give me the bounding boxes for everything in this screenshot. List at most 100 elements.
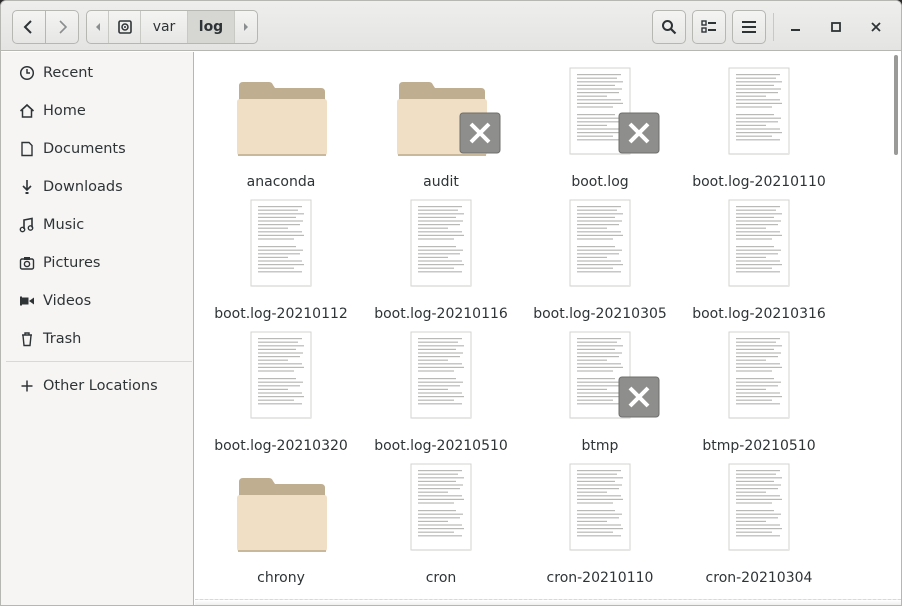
grid-bottom-edge (195, 599, 901, 605)
file-item[interactable]: boot.log-20210110 (679, 66, 839, 198)
text-file-icon (361, 330, 521, 436)
close-button[interactable] (862, 13, 890, 41)
file-name-label: boot.log-20210510 (374, 438, 508, 454)
unreadable-emblem-icon (459, 112, 501, 154)
sidebar-item-trash[interactable]: Trash (1, 320, 193, 358)
maximize-icon (831, 22, 841, 32)
home-icon (19, 103, 35, 119)
sidebar-item-label: Home (43, 103, 86, 119)
file-name-label: boot.log-20210112 (214, 306, 348, 322)
file-item[interactable]: cron (361, 462, 521, 594)
text-file-icon (361, 198, 521, 304)
trash-icon (19, 331, 35, 347)
file-name-label: boot.log-20210110 (692, 174, 826, 190)
file-item[interactable]: btmp (520, 330, 680, 462)
sidebar-item-other-locations[interactable]: Other Locations (1, 367, 193, 405)
text-file-icon (201, 330, 361, 436)
maximize-button[interactable] (822, 13, 850, 41)
file-name-label: boot.log-20210316 (692, 306, 826, 322)
view-mode-button[interactable] (692, 10, 726, 44)
document-icon (19, 141, 35, 157)
file-item[interactable]: cron-20210110 (520, 462, 680, 594)
file-name-label: boot.log-20210116 (374, 306, 508, 322)
text-file-icon (520, 462, 680, 568)
sidebar: Recent Home Documents Downloads Music Pi… (1, 52, 194, 605)
path-segment-log[interactable]: log (188, 11, 235, 43)
sidebar-item-music[interactable]: Music (1, 206, 193, 244)
camera-icon (19, 255, 35, 271)
text-file-icon (520, 198, 680, 304)
triangle-right-icon (244, 23, 248, 31)
search-button[interactable] (652, 10, 686, 44)
file-name-label: chrony (257, 570, 305, 586)
header-bar: var log (1, 1, 901, 51)
file-name-label: anaconda (246, 174, 316, 190)
sidebar-separator (6, 361, 192, 362)
file-item[interactable]: btmp-20210510 (679, 330, 839, 462)
file-item[interactable]: boot.log-20210116 (361, 198, 521, 330)
sidebar-item-pictures[interactable]: Pictures (1, 244, 193, 282)
menu-button[interactable] (732, 10, 766, 44)
text-file-icon (679, 66, 839, 172)
sidebar-item-recent[interactable]: Recent (1, 54, 193, 92)
file-item[interactable]: boot.log-20210112 (201, 198, 361, 330)
sidebar-item-label: Music (43, 217, 85, 233)
file-name-label: btmp (581, 438, 619, 454)
sidebar-item-label: Other Locations (43, 378, 158, 394)
minimize-icon (791, 29, 800, 31)
sidebar-item-videos[interactable]: Videos (1, 282, 193, 320)
text-file-icon (679, 330, 839, 436)
plus-icon (19, 378, 35, 394)
sidebar-item-label: Recent (43, 65, 94, 81)
file-name-label: cron-20210304 (705, 570, 813, 586)
file-item[interactable]: boot.log-20210316 (679, 198, 839, 330)
sidebar-item-downloads[interactable]: Downloads (1, 168, 193, 206)
file-name-label: boot.log (571, 174, 629, 190)
path-scroll-right-button[interactable] (235, 11, 257, 43)
text-file-icon (361, 462, 521, 568)
back-button[interactable] (12, 10, 46, 44)
path-scroll-left-button[interactable] (87, 11, 109, 43)
file-name-label: boot.log-20210320 (214, 438, 348, 454)
search-icon (662, 20, 677, 35)
file-item[interactable]: cron-20210304 (679, 462, 839, 594)
music-icon (19, 217, 35, 233)
path-bar: var log (86, 10, 258, 44)
file-item[interactable]: boot.log (520, 66, 680, 198)
file-name-label: cron-20210110 (546, 570, 654, 586)
file-name-label: boot.log-20210305 (533, 306, 667, 322)
header-separator (773, 13, 774, 41)
text-file-icon (679, 198, 839, 304)
sidebar-item-label: Pictures (43, 255, 101, 271)
folder-item[interactable]: anaconda (201, 66, 361, 198)
close-icon (871, 22, 881, 32)
chevron-right-icon (59, 20, 68, 34)
path-segment-var[interactable]: var (141, 11, 188, 43)
sidebar-item-label: Videos (43, 293, 92, 309)
unreadable-emblem-icon (618, 112, 660, 154)
sidebar-item-label: Trash (43, 331, 82, 347)
file-item[interactable]: boot.log-20210510 (361, 330, 521, 462)
path-root-button[interactable] (109, 11, 141, 43)
forward-button[interactable] (45, 10, 79, 44)
file-item[interactable]: boot.log-20210305 (520, 198, 680, 330)
triangle-left-icon (95, 23, 100, 31)
file-name-label: btmp-20210510 (702, 438, 816, 454)
folder-item[interactable]: chrony (201, 462, 361, 594)
minimize-button[interactable] (782, 13, 810, 41)
sidebar-item-home[interactable]: Home (1, 92, 193, 130)
chevron-left-icon (23, 20, 32, 34)
unreadable-emblem-icon (618, 376, 660, 418)
file-item[interactable]: boot.log-20210320 (201, 330, 361, 462)
sidebar-item-documents[interactable]: Documents (1, 130, 193, 168)
file-name-label: cron (425, 570, 457, 586)
video-icon (19, 293, 35, 309)
drive-icon (117, 20, 132, 34)
hamburger-menu-icon (742, 21, 756, 33)
scrollbar-thumb[interactable] (894, 55, 898, 155)
folder-item[interactable]: audit (361, 66, 521, 198)
file-manager-window: var log Recent Home Documents Downloads … (0, 0, 902, 606)
text-file-icon (679, 462, 839, 568)
file-grid: anaconda audit boot.log boot.log-20210110 bo… (195, 52, 901, 605)
list-view-icon (701, 20, 716, 33)
